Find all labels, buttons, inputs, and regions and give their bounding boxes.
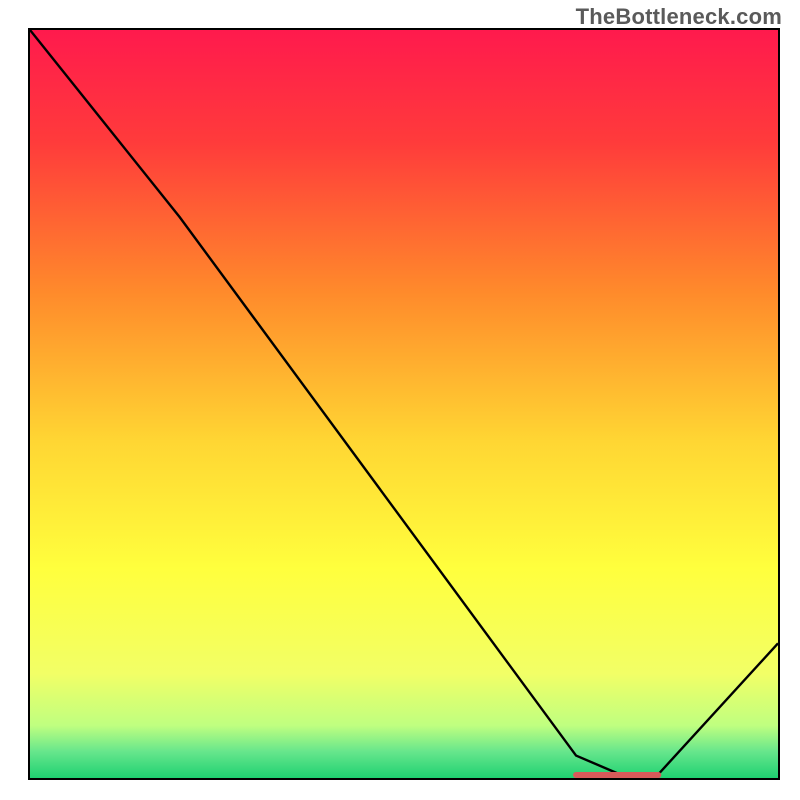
chart-stage: TheBottleneck.com — [0, 0, 800, 800]
watermark-text: TheBottleneck.com — [576, 4, 782, 30]
gradient-background — [30, 30, 778, 778]
plot-frame — [28, 28, 780, 780]
plot-svg — [30, 30, 778, 778]
